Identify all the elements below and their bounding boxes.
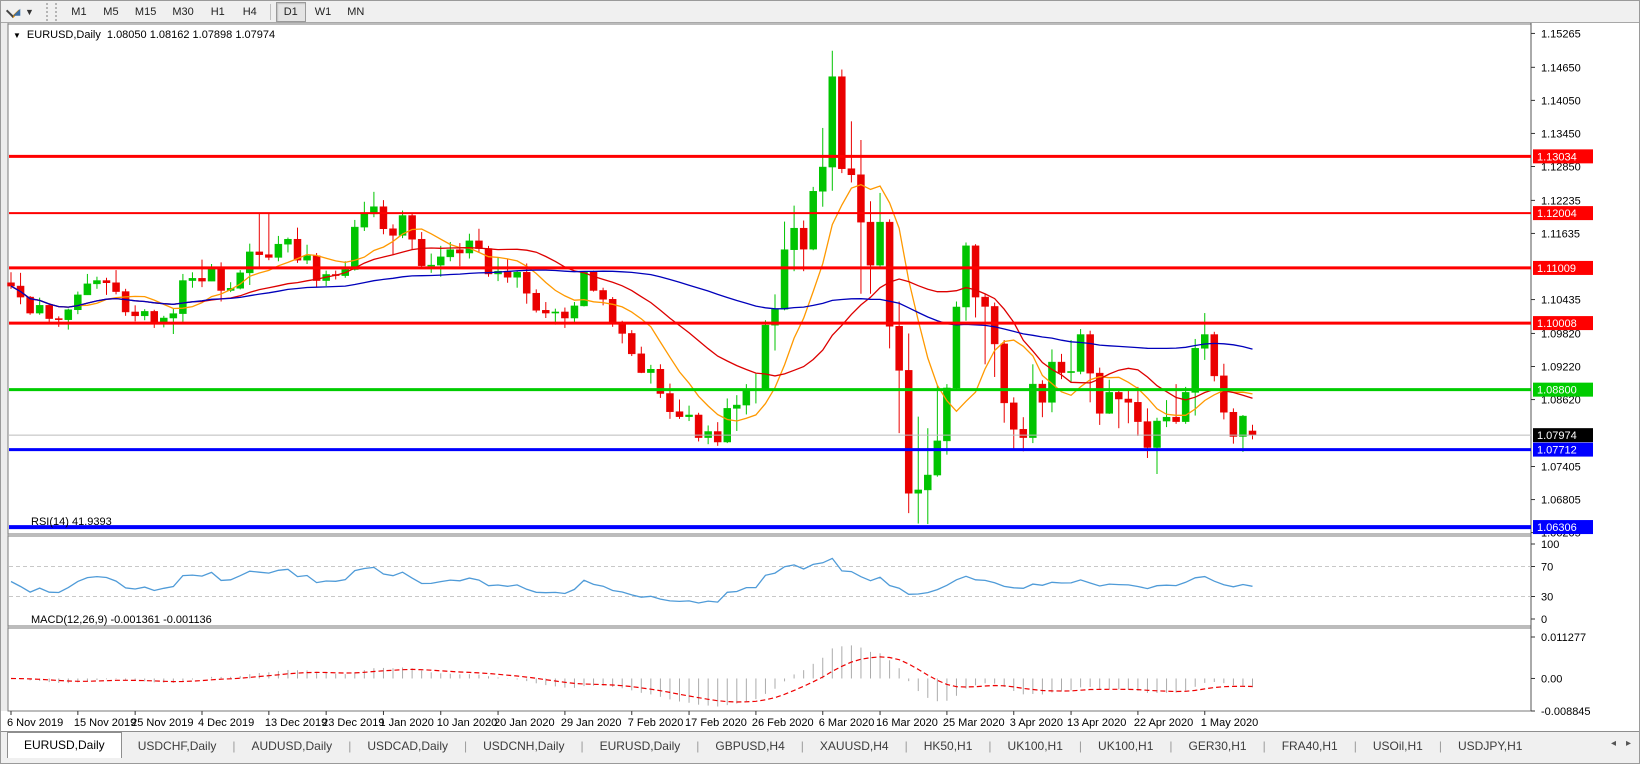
chart-tab-HK50-H1[interactable]: HK50,H1 bbox=[908, 734, 989, 758]
time-axis-label: 15 Nov 2019 bbox=[74, 717, 136, 729]
collapse-triangle-icon: ▼ bbox=[13, 31, 21, 40]
toolbar-grip[interactable] bbox=[46, 3, 57, 21]
time-axis-label: 4 Dec 2019 bbox=[198, 717, 254, 729]
price-axis-label: 1.14050 bbox=[1541, 95, 1581, 107]
chart-region: 1.152651.146501.140501.134501.128501.122… bbox=[1, 23, 1640, 731]
tab-scroll-arrows: ◂ ▸ bbox=[1611, 738, 1631, 749]
time-axis-label: 29 Jan 2020 bbox=[561, 717, 622, 729]
tab-scroll-right-icon[interactable]: ▸ bbox=[1626, 738, 1631, 749]
time-axis-label: 13 Dec 2019 bbox=[265, 717, 327, 729]
chart-title: ▼ EURUSD,Daily 1.08050 1.08162 1.07898 1… bbox=[13, 29, 275, 41]
macd-indicator-label: MACD(12,26,9) -0.001361 -0.001136 bbox=[31, 614, 212, 626]
chart-quote-ohlc: 1.08050 1.08162 1.07898 1.07974 bbox=[107, 29, 275, 41]
time-axis-label: 10 Jan 2020 bbox=[437, 717, 498, 729]
chart-tab-bar: EURUSD,DailyUSDCHF,Daily|AUDUSD,Daily|US… bbox=[1, 731, 1640, 764]
timeframe-toolbar: M1M5M15M30H1H4 D1W1MN bbox=[63, 1, 372, 23]
timeframe-button-M30[interactable]: M30 bbox=[165, 2, 200, 22]
timeframe-button-W1[interactable]: W1 bbox=[308, 2, 339, 22]
chart-tab-USDCNH-Daily[interactable]: USDCNH,Daily bbox=[467, 734, 580, 758]
chart-tab-XAUUSD-H4[interactable]: XAUUSD,H4 bbox=[804, 734, 905, 758]
price-axis-label: 1.15265 bbox=[1541, 28, 1581, 40]
time-axis-label: 23 Dec 2019 bbox=[322, 717, 384, 729]
rsi-axis-label: 70 bbox=[1541, 562, 1553, 574]
chart-left-edge bbox=[1, 23, 8, 711]
time-axis-label: 25 Nov 2019 bbox=[131, 717, 193, 729]
chart-symbol-title: EURUSD,Daily bbox=[27, 29, 101, 41]
price-axis-label: 1.11635 bbox=[1541, 228, 1580, 240]
time-axis-label: 13 Apr 2020 bbox=[1067, 717, 1126, 729]
timeframe-button-H1[interactable]: H1 bbox=[203, 2, 233, 22]
timeframe-button-MN[interactable]: MN bbox=[340, 2, 371, 22]
chart-tab-USOil-H1[interactable]: USOil,H1 bbox=[1357, 734, 1439, 758]
time-axis-label: 7 Feb 2020 bbox=[628, 717, 684, 729]
chart-tab-EURUSD-Daily[interactable]: EURUSD,Daily bbox=[584, 734, 697, 758]
price-axis-label: 1.13450 bbox=[1541, 128, 1581, 140]
time-axis-label: 6 Mar 2020 bbox=[819, 717, 875, 729]
svg-text:1.12004: 1.12004 bbox=[1537, 208, 1577, 220]
toolbar-separator bbox=[270, 4, 271, 20]
time-axis-label: 25 Mar 2020 bbox=[943, 717, 1005, 729]
timeframe-button-M15[interactable]: M15 bbox=[128, 2, 163, 22]
macd-axis-label: 0.011277 bbox=[1541, 632, 1586, 644]
chart-tab-EURUSD-Daily[interactable]: EURUSD,Daily bbox=[7, 732, 122, 758]
price-axis-label: 1.06805 bbox=[1541, 495, 1581, 507]
top-toolbar: ▼ M1M5M15M30H1H4 D1W1MN bbox=[1, 1, 1640, 23]
svg-text:1.11009: 1.11009 bbox=[1537, 263, 1576, 275]
time-axis-label: 1 May 2020 bbox=[1201, 717, 1258, 729]
rsi-axis-label: 30 bbox=[1541, 592, 1553, 604]
chart-tab-FRA40-H1[interactable]: FRA40,H1 bbox=[1266, 734, 1354, 758]
timeframe-button-D1[interactable]: D1 bbox=[276, 2, 306, 22]
timeframe-button-M1[interactable]: M1 bbox=[64, 2, 94, 22]
svg-text:1.08800: 1.08800 bbox=[1537, 385, 1577, 397]
time-axis-label: 17 Feb 2020 bbox=[685, 717, 747, 729]
chart-tab-UK100-H1[interactable]: UK100,H1 bbox=[992, 734, 1079, 758]
rsi-axis-label: 100 bbox=[1541, 539, 1559, 551]
chart-canvas[interactable]: 1.152651.146501.140501.134501.128501.122… bbox=[1, 23, 1640, 731]
svg-text:1.07712: 1.07712 bbox=[1537, 445, 1577, 457]
chart-tab-USDJPY-H1[interactable]: USDJPY,H1 bbox=[1442, 734, 1538, 758]
time-axis-label: 16 Mar 2020 bbox=[876, 717, 938, 729]
chart-tab-USDCAD-Daily[interactable]: USDCAD,Daily bbox=[351, 734, 464, 758]
svg-text:1.06306: 1.06306 bbox=[1537, 522, 1577, 534]
price-axis-label: 1.10435 bbox=[1541, 295, 1581, 307]
chart-tabs: EURUSD,DailyUSDCHF,Daily|AUDUSD,Daily|US… bbox=[7, 732, 1538, 758]
chart-tab-USDCHF-Daily[interactable]: USDCHF,Daily bbox=[122, 734, 233, 758]
time-axis-label: 1 Jan 2020 bbox=[379, 717, 433, 729]
time-axis-label: 20 Jan 2020 bbox=[494, 717, 555, 729]
chart-tab-GBPUSD-H4[interactable]: GBPUSD,H4 bbox=[699, 734, 800, 758]
crosshair-tool-button[interactable]: ▼ bbox=[3, 2, 38, 22]
macd-axis-label: -0.008845 bbox=[1541, 706, 1591, 718]
macd-axis-label: 0.00 bbox=[1541, 673, 1562, 685]
timeframe-button-M5[interactable]: M5 bbox=[96, 2, 126, 22]
price-axis-label: 1.09820 bbox=[1541, 328, 1581, 340]
chart-tab-AUDUSD-Daily[interactable]: AUDUSD,Daily bbox=[236, 734, 349, 758]
dropdown-caret-icon: ▼ bbox=[25, 7, 34, 17]
svg-text:1.07974: 1.07974 bbox=[1537, 430, 1577, 442]
svg-text:1.10008: 1.10008 bbox=[1537, 318, 1577, 330]
crosshair-tool-icon bbox=[7, 5, 21, 19]
chart-tab-UK100-H1[interactable]: UK100,H1 bbox=[1082, 734, 1169, 758]
rsi-indicator-label: RSI(14) 41.9393 bbox=[31, 516, 112, 528]
price-axis-label: 1.09220 bbox=[1541, 362, 1581, 374]
time-axis-label: 3 Apr 2020 bbox=[1010, 717, 1063, 729]
price-axis-label: 1.14650 bbox=[1541, 62, 1581, 74]
time-axis-label: 6 Nov 2019 bbox=[7, 717, 63, 729]
rsi-axis-label: 0 bbox=[1541, 614, 1547, 626]
tab-scroll-left-icon[interactable]: ◂ bbox=[1611, 738, 1616, 749]
svg-text:1.13034: 1.13034 bbox=[1537, 151, 1577, 163]
price-axis-label: 1.07405 bbox=[1541, 462, 1581, 474]
timeframe-button-H4[interactable]: H4 bbox=[235, 2, 265, 22]
mt4-window: ▼ M1M5M15M30H1H4 D1W1MN 1.15265 1.14650 1.1… bbox=[0, 0, 1640, 764]
price-axis-label: 1.12235 bbox=[1541, 195, 1581, 207]
time-axis-label: 26 Feb 2020 bbox=[752, 717, 814, 729]
chart-tab-GER30-H1[interactable]: GER30,H1 bbox=[1173, 734, 1263, 758]
time-axis-label: 22 Apr 2020 bbox=[1134, 717, 1193, 729]
